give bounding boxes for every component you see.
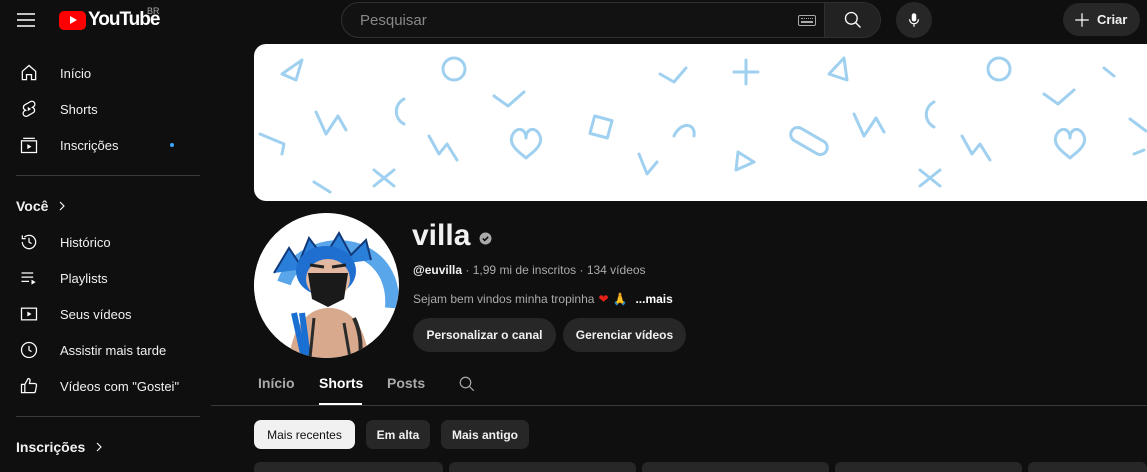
channel-name: villa bbox=[412, 219, 471, 252]
menu-icon[interactable] bbox=[14, 8, 38, 32]
short-thumbnail[interactable] bbox=[449, 462, 636, 472]
sidebar-item-home[interactable]: Início bbox=[0, 55, 211, 91]
youtube-logo[interactable]: YouTube BR bbox=[59, 6, 160, 31]
verified-badge-icon bbox=[479, 232, 492, 244]
chip-most-recent[interactable]: Mais recentes bbox=[254, 420, 355, 449]
sidebar-divider bbox=[16, 175, 200, 176]
sidebar-item-label: Vídeos com "Gostei" bbox=[60, 378, 180, 394]
like-icon bbox=[18, 375, 40, 397]
search-box bbox=[341, 2, 881, 38]
customize-channel-button[interactable]: Personalizar o canal bbox=[413, 318, 556, 352]
subscriptions-section-title: Inscrições bbox=[16, 439, 86, 455]
search-button[interactable] bbox=[824, 3, 880, 37]
your-videos-icon bbox=[18, 303, 40, 325]
heart-emoji-icon: ❤ bbox=[598, 292, 609, 306]
sidebar-item-label: Inscrições bbox=[60, 137, 119, 153]
meta-separator: · bbox=[465, 263, 473, 277]
sidebar-item-watch-later[interactable]: Assistir mais tarde bbox=[0, 332, 211, 368]
create-label: Criar bbox=[1097, 12, 1128, 27]
short-thumbnail[interactable] bbox=[254, 462, 443, 472]
channel-description[interactable]: Sejam bem vindos minha tropinha ❤ 🙏 ...m… bbox=[413, 292, 673, 306]
sidebar-item-your-videos[interactable]: Seus vídeos bbox=[0, 296, 211, 332]
sidebar-divider bbox=[16, 416, 200, 417]
create-button[interactable]: Criar bbox=[1063, 3, 1140, 36]
channel-name-row: villa bbox=[412, 219, 492, 253]
sidebar-item-shorts[interactable]: Shorts bbox=[0, 91, 211, 127]
chevron-right-icon bbox=[96, 442, 103, 452]
country-code: BR bbox=[147, 6, 160, 16]
channel-handle: @euvilla bbox=[413, 263, 463, 277]
channel-banner bbox=[254, 44, 1147, 201]
sidebar-item-subscriptions[interactable]: Inscrições bbox=[0, 127, 211, 163]
new-content-dot bbox=[170, 143, 174, 147]
sidebar-item-liked-videos[interactable]: Vídeos com "Gostei" bbox=[0, 368, 211, 404]
microphone-icon bbox=[908, 13, 920, 27]
subscriptions-icon bbox=[18, 134, 40, 156]
sidebar-item-label: Playlists bbox=[60, 270, 108, 286]
home-icon bbox=[18, 62, 40, 84]
search-icon bbox=[844, 11, 861, 28]
channel-tabs: Início Shorts Posts bbox=[211, 368, 1147, 406]
you-section-title: Você bbox=[16, 198, 49, 214]
chip-oldest[interactable]: Mais antigo bbox=[441, 420, 529, 449]
short-thumbnail[interactable] bbox=[1028, 462, 1147, 472]
manage-videos-button[interactable]: Gerenciar vídeos bbox=[563, 318, 686, 352]
chip-popular[interactable]: Em alta bbox=[366, 420, 430, 449]
you-section-header[interactable]: Você bbox=[0, 188, 211, 224]
sidebar-item-playlists[interactable]: Playlists bbox=[0, 260, 211, 296]
tab-search-icon[interactable] bbox=[458, 375, 476, 398]
search-field[interactable] bbox=[342, 3, 824, 37]
channel-meta: @euvilla · 1,99 mi de inscritos · 134 ví… bbox=[413, 263, 646, 277]
tab-shorts[interactable]: Shorts bbox=[319, 375, 363, 391]
channel-avatar[interactable] bbox=[254, 213, 399, 358]
banner-pattern bbox=[258, 56, 1147, 194]
short-thumbnail[interactable] bbox=[835, 462, 1022, 472]
shorts-icon bbox=[18, 98, 40, 120]
sidebar-item-label: Início bbox=[60, 65, 92, 81]
playlists-icon bbox=[18, 267, 40, 289]
tab-posts[interactable]: Posts bbox=[387, 375, 425, 391]
meta-separator: · bbox=[579, 263, 587, 277]
subscriptions-section-header[interactable]: Inscrições bbox=[0, 429, 211, 465]
more-link[interactable]: ...mais bbox=[635, 292, 672, 306]
sidebar-item-label: Assistir mais tarde bbox=[60, 342, 167, 358]
chevron-right-icon bbox=[60, 201, 66, 211]
search-input[interactable] bbox=[358, 10, 778, 30]
short-thumbnail[interactable] bbox=[642, 462, 829, 472]
youtube-play-icon bbox=[59, 10, 86, 30]
keyboard-icon[interactable] bbox=[798, 15, 816, 26]
plus-icon bbox=[1075, 12, 1089, 27]
sidebar-item-label: Shorts bbox=[60, 101, 98, 117]
video-count: 134 vídeos bbox=[586, 263, 646, 277]
sidebar-item-label: Histórico bbox=[60, 234, 111, 250]
top-bar: YouTube BR Criar bbox=[0, 0, 1147, 40]
watch-later-icon bbox=[18, 339, 40, 361]
praying-hands-emoji-icon: 🙏 bbox=[612, 292, 628, 306]
sidebar: Início Shorts Inscrições Você Histórico … bbox=[0, 55, 211, 465]
sidebar-item-history[interactable]: Histórico bbox=[0, 224, 211, 260]
history-icon bbox=[18, 231, 40, 253]
description-text: Sejam bem vindos minha tropinha bbox=[413, 292, 595, 306]
active-tab-indicator bbox=[319, 403, 362, 405]
subscriber-count: 1,99 mi de inscritos bbox=[472, 263, 577, 277]
voice-search-button[interactable] bbox=[896, 2, 932, 38]
tab-home[interactable]: Início bbox=[258, 375, 295, 391]
sidebar-item-label: Seus vídeos bbox=[60, 306, 132, 322]
